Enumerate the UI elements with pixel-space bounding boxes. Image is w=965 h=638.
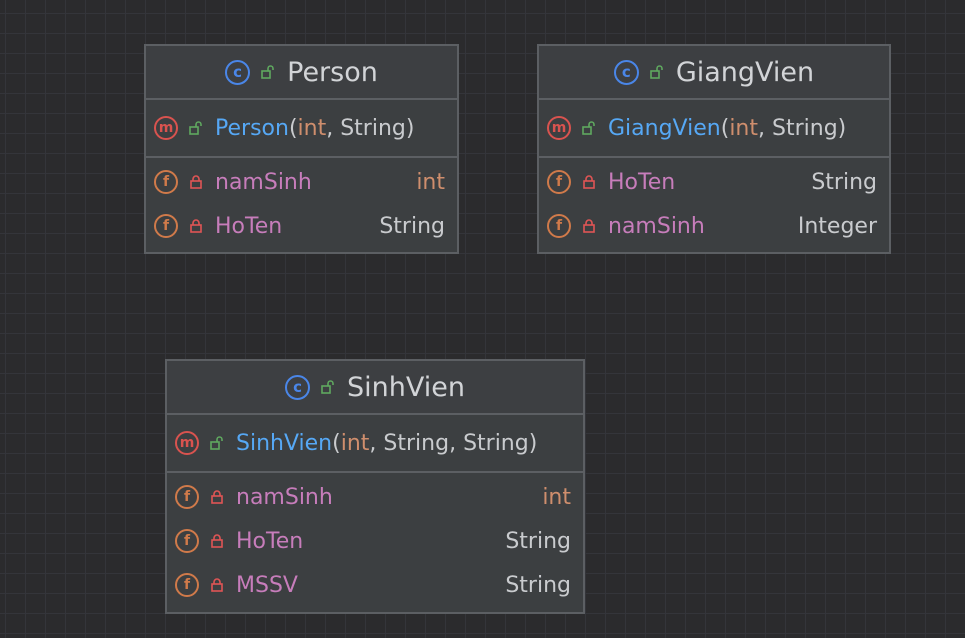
constructor-row[interactable]: m GiangVien(int, String) (539, 106, 889, 150)
constructor-signature: GiangVien(int, String) (608, 115, 847, 141)
field-name: HoTen (236, 528, 304, 554)
fields-section: f namSinh int f HoTen String f MSSV Stri… (167, 473, 583, 609)
field-name: HoTen (215, 213, 283, 239)
field-type: int (542, 484, 571, 510)
unlocked-icon (261, 65, 274, 79)
class-box-giangvien[interactable]: c GiangVien m GiangVien(int, String) f H… (537, 44, 891, 254)
class-header: c Person (146, 46, 457, 100)
field-type: String (505, 572, 571, 598)
locked-icon (583, 219, 595, 233)
methods-section: m Person(int, String) (146, 100, 457, 158)
constructor-signature: Person(int, String) (215, 115, 415, 141)
class-icon: c (225, 59, 251, 85)
field-icon: f (175, 485, 199, 509)
field-type: String (505, 528, 571, 554)
class-header: c SinhVien (167, 361, 583, 415)
unlocked-icon (582, 121, 595, 135)
class-box-person[interactable]: c Person m Person(int, String) f namSinh… (144, 44, 459, 254)
field-icon: f (154, 214, 178, 238)
class-name: GiangVien (675, 56, 815, 88)
unlocked-icon (321, 380, 334, 394)
field-name: HoTen (608, 169, 676, 195)
locked-icon (583, 175, 595, 189)
unlocked-icon (189, 121, 202, 135)
class-name: SinhVien (347, 371, 465, 403)
class-header: c GiangVien (539, 46, 889, 100)
class-icon: c (613, 59, 639, 85)
field-row[interactable]: f MSSV String (167, 563, 583, 607)
unlocked-icon (210, 436, 223, 450)
field-name: namSinh (236, 484, 333, 510)
field-icon: f (175, 529, 199, 553)
field-icon: f (175, 573, 199, 597)
methods-section: m SinhVien(int, String, String) (167, 415, 583, 473)
field-icon: f (154, 170, 178, 194)
fields-section: f HoTen String f namSinh Integer (539, 158, 889, 250)
field-row[interactable]: f HoTen String (539, 160, 889, 204)
method-icon: m (175, 431, 199, 455)
field-type: int (416, 169, 445, 195)
field-icon: f (547, 214, 571, 238)
field-row[interactable]: f HoTen String (167, 519, 583, 563)
locked-icon (190, 175, 202, 189)
field-row[interactable]: f HoTen String (146, 204, 457, 248)
locked-icon (211, 578, 223, 592)
methods-section: m GiangVien(int, String) (539, 100, 889, 158)
locked-icon (190, 219, 202, 233)
constructor-signature: SinhVien(int, String, String) (236, 430, 538, 456)
field-name: MSSV (236, 572, 298, 598)
method-icon: m (547, 116, 571, 140)
field-row[interactable]: f namSinh int (146, 160, 457, 204)
fields-section: f namSinh int f HoTen String (146, 158, 457, 250)
locked-icon (211, 490, 223, 504)
field-row[interactable]: f namSinh Integer (539, 204, 889, 248)
class-name: Person (287, 56, 378, 88)
field-type: Integer (797, 213, 877, 239)
class-box-sinhvien[interactable]: c SinhVien m SinhVien(int, String, Strin… (165, 359, 585, 614)
field-row[interactable]: f namSinh int (167, 475, 583, 519)
locked-icon (211, 534, 223, 548)
field-icon: f (547, 170, 571, 194)
field-name: namSinh (608, 213, 705, 239)
method-icon: m (154, 116, 178, 140)
constructor-row[interactable]: m SinhVien(int, String, String) (167, 421, 583, 465)
class-icon: c (285, 374, 311, 400)
field-type: String (379, 213, 445, 239)
unlocked-icon (650, 65, 663, 79)
field-type: String (811, 169, 877, 195)
constructor-row[interactable]: m Person(int, String) (146, 106, 457, 150)
field-name: namSinh (215, 169, 312, 195)
